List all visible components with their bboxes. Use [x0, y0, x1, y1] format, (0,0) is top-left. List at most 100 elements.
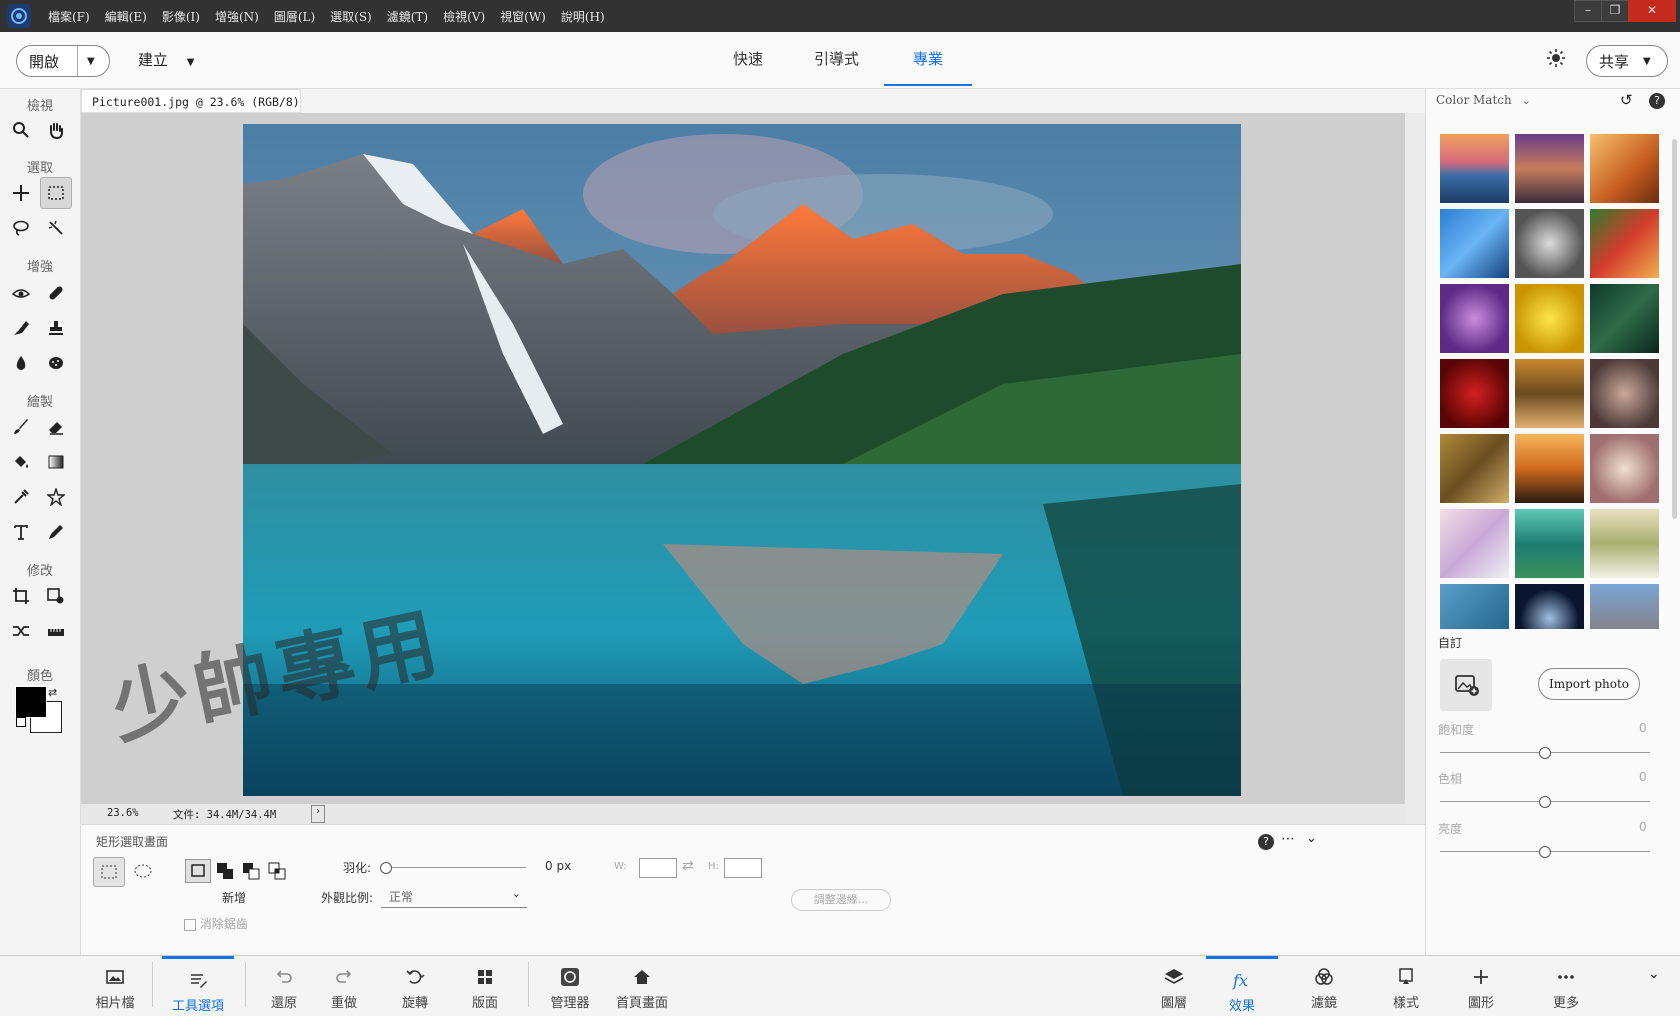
menu-image[interactable]: 影像(I)	[162, 8, 200, 25]
filters-button[interactable]: 濾鏡	[1302, 956, 1346, 1013]
minimize-button[interactable]: –	[1574, 0, 1602, 22]
close-window-button[interactable]: ✕	[1628, 0, 1676, 22]
reset-icon[interactable]: ↺	[1620, 91, 1633, 109]
effects-button[interactable]: fx 效果	[1206, 956, 1278, 1016]
preset-thumbnail-sunset-sea[interactable]	[1440, 134, 1509, 203]
tab-quick[interactable]: 快速	[733, 32, 763, 86]
foreground-color-swatch[interactable]	[15, 686, 47, 718]
preset-thumbnail-cave[interactable]	[1515, 584, 1584, 629]
rectangular-marquee-tool-icon[interactable]	[40, 177, 72, 209]
theme-sun-icon[interactable]	[1546, 48, 1566, 72]
undo-button[interactable]: 還原	[262, 956, 306, 1013]
collapse-chevron-icon[interactable]: ⌄	[1306, 831, 1317, 846]
preset-thumbnail-wedding-flowers[interactable]	[1440, 509, 1509, 578]
clone-stamp-tool-icon[interactable]	[41, 313, 71, 343]
blur-tool-icon[interactable]	[6, 348, 36, 378]
preset-thumbnail-blue-ice[interactable]	[1440, 584, 1509, 629]
subtract-from-selection-icon[interactable]	[241, 861, 261, 885]
photo-bin-button[interactable]: 相片檔	[88, 956, 142, 1013]
custom-image-slot[interactable]	[1440, 659, 1492, 711]
recompose-tool-icon[interactable]	[41, 581, 71, 611]
hand-tool-icon[interactable]	[41, 115, 71, 145]
rect-marquee-option-icon[interactable]	[93, 857, 125, 887]
crop-tool-icon[interactable]	[6, 581, 36, 611]
create-button[interactable]: 建立 ▼	[138, 49, 195, 70]
menu-edit[interactable]: 編輯(E)	[105, 8, 147, 25]
refine-edge-button[interactable]: 調整邊緣...	[791, 889, 891, 911]
vertical-scrollbar[interactable]	[1405, 113, 1425, 824]
default-colors-icon[interactable]	[16, 717, 26, 727]
preset-thumbnail-palm-sunset[interactable]	[1515, 434, 1584, 503]
add-to-selection-icon[interactable]	[215, 861, 235, 885]
help-icon[interactable]: ?	[1258, 834, 1274, 850]
tab-expert[interactable]: 專業	[884, 32, 972, 86]
eraser-tool-icon[interactable]	[41, 412, 71, 442]
preset-thumbnail-desert-road[interactable]	[1515, 134, 1584, 203]
preset-thumbnail-castle[interactable]	[1590, 584, 1659, 629]
share-button[interactable]: 共享 ▼	[1586, 45, 1668, 77]
intersect-selection-icon[interactable]	[267, 861, 287, 885]
chevron-down-icon[interactable]: ⌄	[1648, 966, 1660, 982]
paint-bucket-tool-icon[interactable]	[6, 447, 36, 477]
custom-shape-tool-icon[interactable]	[41, 482, 71, 512]
organizer-button[interactable]: 管理器	[545, 956, 595, 1013]
content-aware-move-tool-icon[interactable]	[6, 616, 36, 646]
brightness-slider-knob[interactable]	[1539, 846, 1551, 858]
preset-thumbnail-ornaments[interactable]	[1590, 359, 1659, 428]
elliptical-marquee-option-icon[interactable]	[133, 861, 153, 885]
rotate-button[interactable]: 旋轉	[390, 956, 440, 1013]
eyedropper-tool-icon[interactable]	[6, 482, 36, 512]
feather-slider-track[interactable]	[386, 867, 526, 868]
quick-selection-tool-icon[interactable]	[41, 213, 71, 243]
tab-guided[interactable]: 引導式	[814, 32, 859, 86]
red-eye-tool-icon[interactable]	[6, 278, 36, 308]
panel-scrollbar[interactable]	[1672, 139, 1677, 519]
gradient-tool-icon[interactable]	[41, 447, 71, 477]
preset-thumbnail-gothic-hall[interactable]	[1515, 209, 1584, 278]
more-button[interactable]: 更多	[1533, 956, 1599, 1013]
menu-help[interactable]: 說明(H)	[561, 8, 605, 25]
straighten-tool-icon[interactable]	[41, 616, 71, 646]
healing-brush-tool-icon[interactable]	[41, 278, 71, 308]
layers-button[interactable]: 圖層	[1152, 956, 1196, 1013]
help-icon[interactable]: ?	[1649, 93, 1665, 109]
preset-thumbnail-autumn-path[interactable]	[1515, 359, 1584, 428]
move-tool-icon[interactable]	[6, 178, 36, 208]
lasso-tool-icon[interactable]	[6, 213, 36, 243]
smart-brush-tool-icon[interactable]	[6, 313, 36, 343]
menu-enhance[interactable]: 增強(N)	[215, 8, 259, 25]
preset-thumbnail-underwater[interactable]	[1515, 509, 1584, 578]
preset-thumbnail-purple-petals[interactable]	[1440, 284, 1509, 353]
panel-title[interactable]: Color Match ⌄	[1436, 93, 1531, 107]
layout-button[interactable]: 版面	[463, 956, 507, 1013]
width-input[interactable]	[639, 858, 677, 878]
hue-slider-knob[interactable]	[1539, 796, 1551, 808]
brush-tool-icon[interactable]	[6, 412, 36, 442]
menu-layer[interactable]: 圖層(L)	[274, 8, 315, 25]
antialias-checkbox[interactable]: 消除鋸齒	[184, 915, 248, 932]
type-tool-icon[interactable]	[6, 517, 36, 547]
menu-file[interactable]: 檔案(F)	[48, 8, 90, 25]
menu-window[interactable]: 視窗(W)	[500, 8, 546, 25]
menu-filter[interactable]: 濾鏡(T)	[387, 8, 428, 25]
styles-button[interactable]: 樣式	[1384, 956, 1428, 1013]
zoom-level[interactable]: 23.6%	[107, 807, 139, 819]
menu-view[interactable]: 檢視(V)	[443, 8, 485, 25]
preset-thumbnail-colorful-flowers[interactable]	[1590, 209, 1659, 278]
graphics-button[interactable]: 圖形	[1459, 956, 1503, 1013]
tool-options-button[interactable]: 工具選項	[162, 956, 234, 1016]
restore-button[interactable]: ❐	[1601, 0, 1629, 22]
preset-thumbnail-wheat[interactable]	[1440, 434, 1509, 503]
preset-thumbnail-garden-table[interactable]	[1590, 509, 1659, 578]
preset-thumbnail-yellow-flower[interactable]	[1515, 284, 1584, 353]
sponge-tool-icon[interactable]	[41, 348, 71, 378]
status-menu-arrow-icon[interactable]: ›	[311, 805, 325, 823]
preset-thumbnail-orange-rider[interactable]	[1590, 134, 1659, 203]
swap-colors-icon[interactable]: ⇄	[48, 686, 57, 699]
new-selection-icon[interactable]	[185, 859, 211, 883]
menu-select[interactable]: 選取(S)	[330, 8, 372, 25]
preset-thumbnail-teacup[interactable]	[1590, 434, 1659, 503]
height-input[interactable]	[724, 858, 762, 878]
swap-dimensions-icon[interactable]: ⇄	[682, 858, 694, 874]
preset-thumbnail-red-rose[interactable]	[1440, 359, 1509, 428]
